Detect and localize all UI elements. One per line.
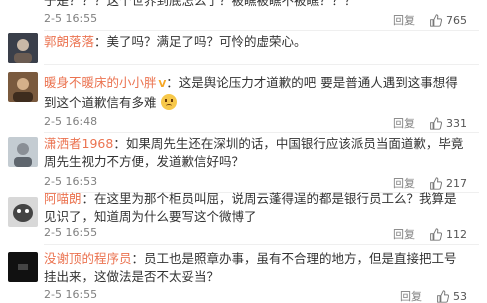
like-count: 331	[446, 116, 467, 130]
thumbs-up-icon	[437, 289, 449, 303]
avatar[interactable]	[8, 137, 38, 167]
avatar-image-icon	[8, 197, 38, 227]
comment-meta: 2-5 16:55 回复 112	[44, 226, 477, 242]
comment-meta: 2-5 16:55 回复 53	[44, 288, 477, 303]
like-button[interactable]: 53	[436, 290, 467, 303]
like-count: 217	[446, 176, 467, 190]
comment-username[interactable]: 潇洒者1968	[44, 136, 113, 151]
comment-meta: 2-5 16:48 回复 331	[44, 115, 477, 131]
comment-text: 没谢顶的程序员：员工也是照章办事，虽有不合理的地方，但是直接把工号挂出来，这做法…	[44, 251, 457, 284]
divider	[44, 132, 479, 133]
thumbs-up-icon	[430, 176, 442, 190]
reply-button[interactable]: 回复	[400, 288, 422, 303]
avatar-image-icon	[8, 33, 38, 63]
comment-username[interactable]: 郭朗落落	[44, 34, 94, 49]
like-button[interactable]: 112	[429, 228, 467, 241]
comment-meta: 2-5 16:53 回复 217	[44, 175, 477, 191]
reply-button[interactable]: 回复	[393, 226, 415, 242]
comment-time: 2-5 16:55	[44, 12, 98, 25]
thumbs-up-icon	[430, 227, 442, 241]
comment-meta: 2-5 16:55 回复 765	[44, 12, 477, 28]
like-count: 112	[446, 227, 467, 241]
avatar[interactable]	[8, 252, 38, 282]
comment-username[interactable]: 没谢顶的程序员	[44, 251, 132, 266]
avatar[interactable]	[8, 197, 38, 227]
comment-time: 2-5 16:53	[44, 175, 98, 188]
avatar-image-icon	[8, 137, 38, 167]
avatar-image-icon	[8, 252, 38, 282]
comment-text: 潇洒者1968：如果周先生还在深圳的话，中国银行应该派员当面道歉，毕竟周先生视力…	[44, 136, 464, 169]
like-button[interactable]: 217	[429, 177, 467, 190]
like-count: 765	[446, 13, 467, 27]
avatar[interactable]	[8, 33, 38, 63]
thumbs-up-icon	[430, 116, 442, 130]
comment-time: 2-5 16:55	[44, 288, 98, 301]
comment-text: 于是？？？这个世界到底怎么了？被瞧被瞧不被瞧？？？	[44, 0, 357, 8]
sad-face-emoji-icon	[160, 94, 177, 110]
reply-button[interactable]: 回复	[393, 175, 415, 191]
comment-username[interactable]: 暖身不暖床的小小胖	[44, 75, 157, 90]
like-button[interactable]: 331	[429, 117, 467, 130]
comment-time: 2-5 16:48	[44, 115, 98, 128]
divider	[44, 30, 479, 31]
comment-time: 2-5 16:55	[44, 226, 98, 239]
comment-username[interactable]: 阿喵朗	[44, 191, 82, 206]
thumbs-up-icon	[430, 13, 442, 27]
like-button[interactable]: 765	[429, 14, 467, 27]
divider	[44, 64, 479, 65]
reply-button[interactable]: 回复	[393, 12, 415, 28]
comment-text: 郭朗落落：美了吗？满足了吗？可怜的虚荣心。	[44, 34, 307, 49]
comment-text: 阿喵朗：在这里为那个柜员叫屈，说周云蓬得逞的都是银行员工么？我算是见识了，知道周…	[44, 191, 457, 224]
avatar[interactable]	[8, 72, 38, 102]
like-count: 53	[453, 289, 467, 303]
comment-text: 暖身不暖床的小小胖 V：这是舆论压力才道歉的吧 要是普通人遇到这事想得到这个道歉信…	[44, 75, 458, 110]
divider	[44, 244, 479, 245]
avatar-image-icon	[8, 72, 38, 102]
reply-button[interactable]: 回复	[393, 115, 415, 131]
